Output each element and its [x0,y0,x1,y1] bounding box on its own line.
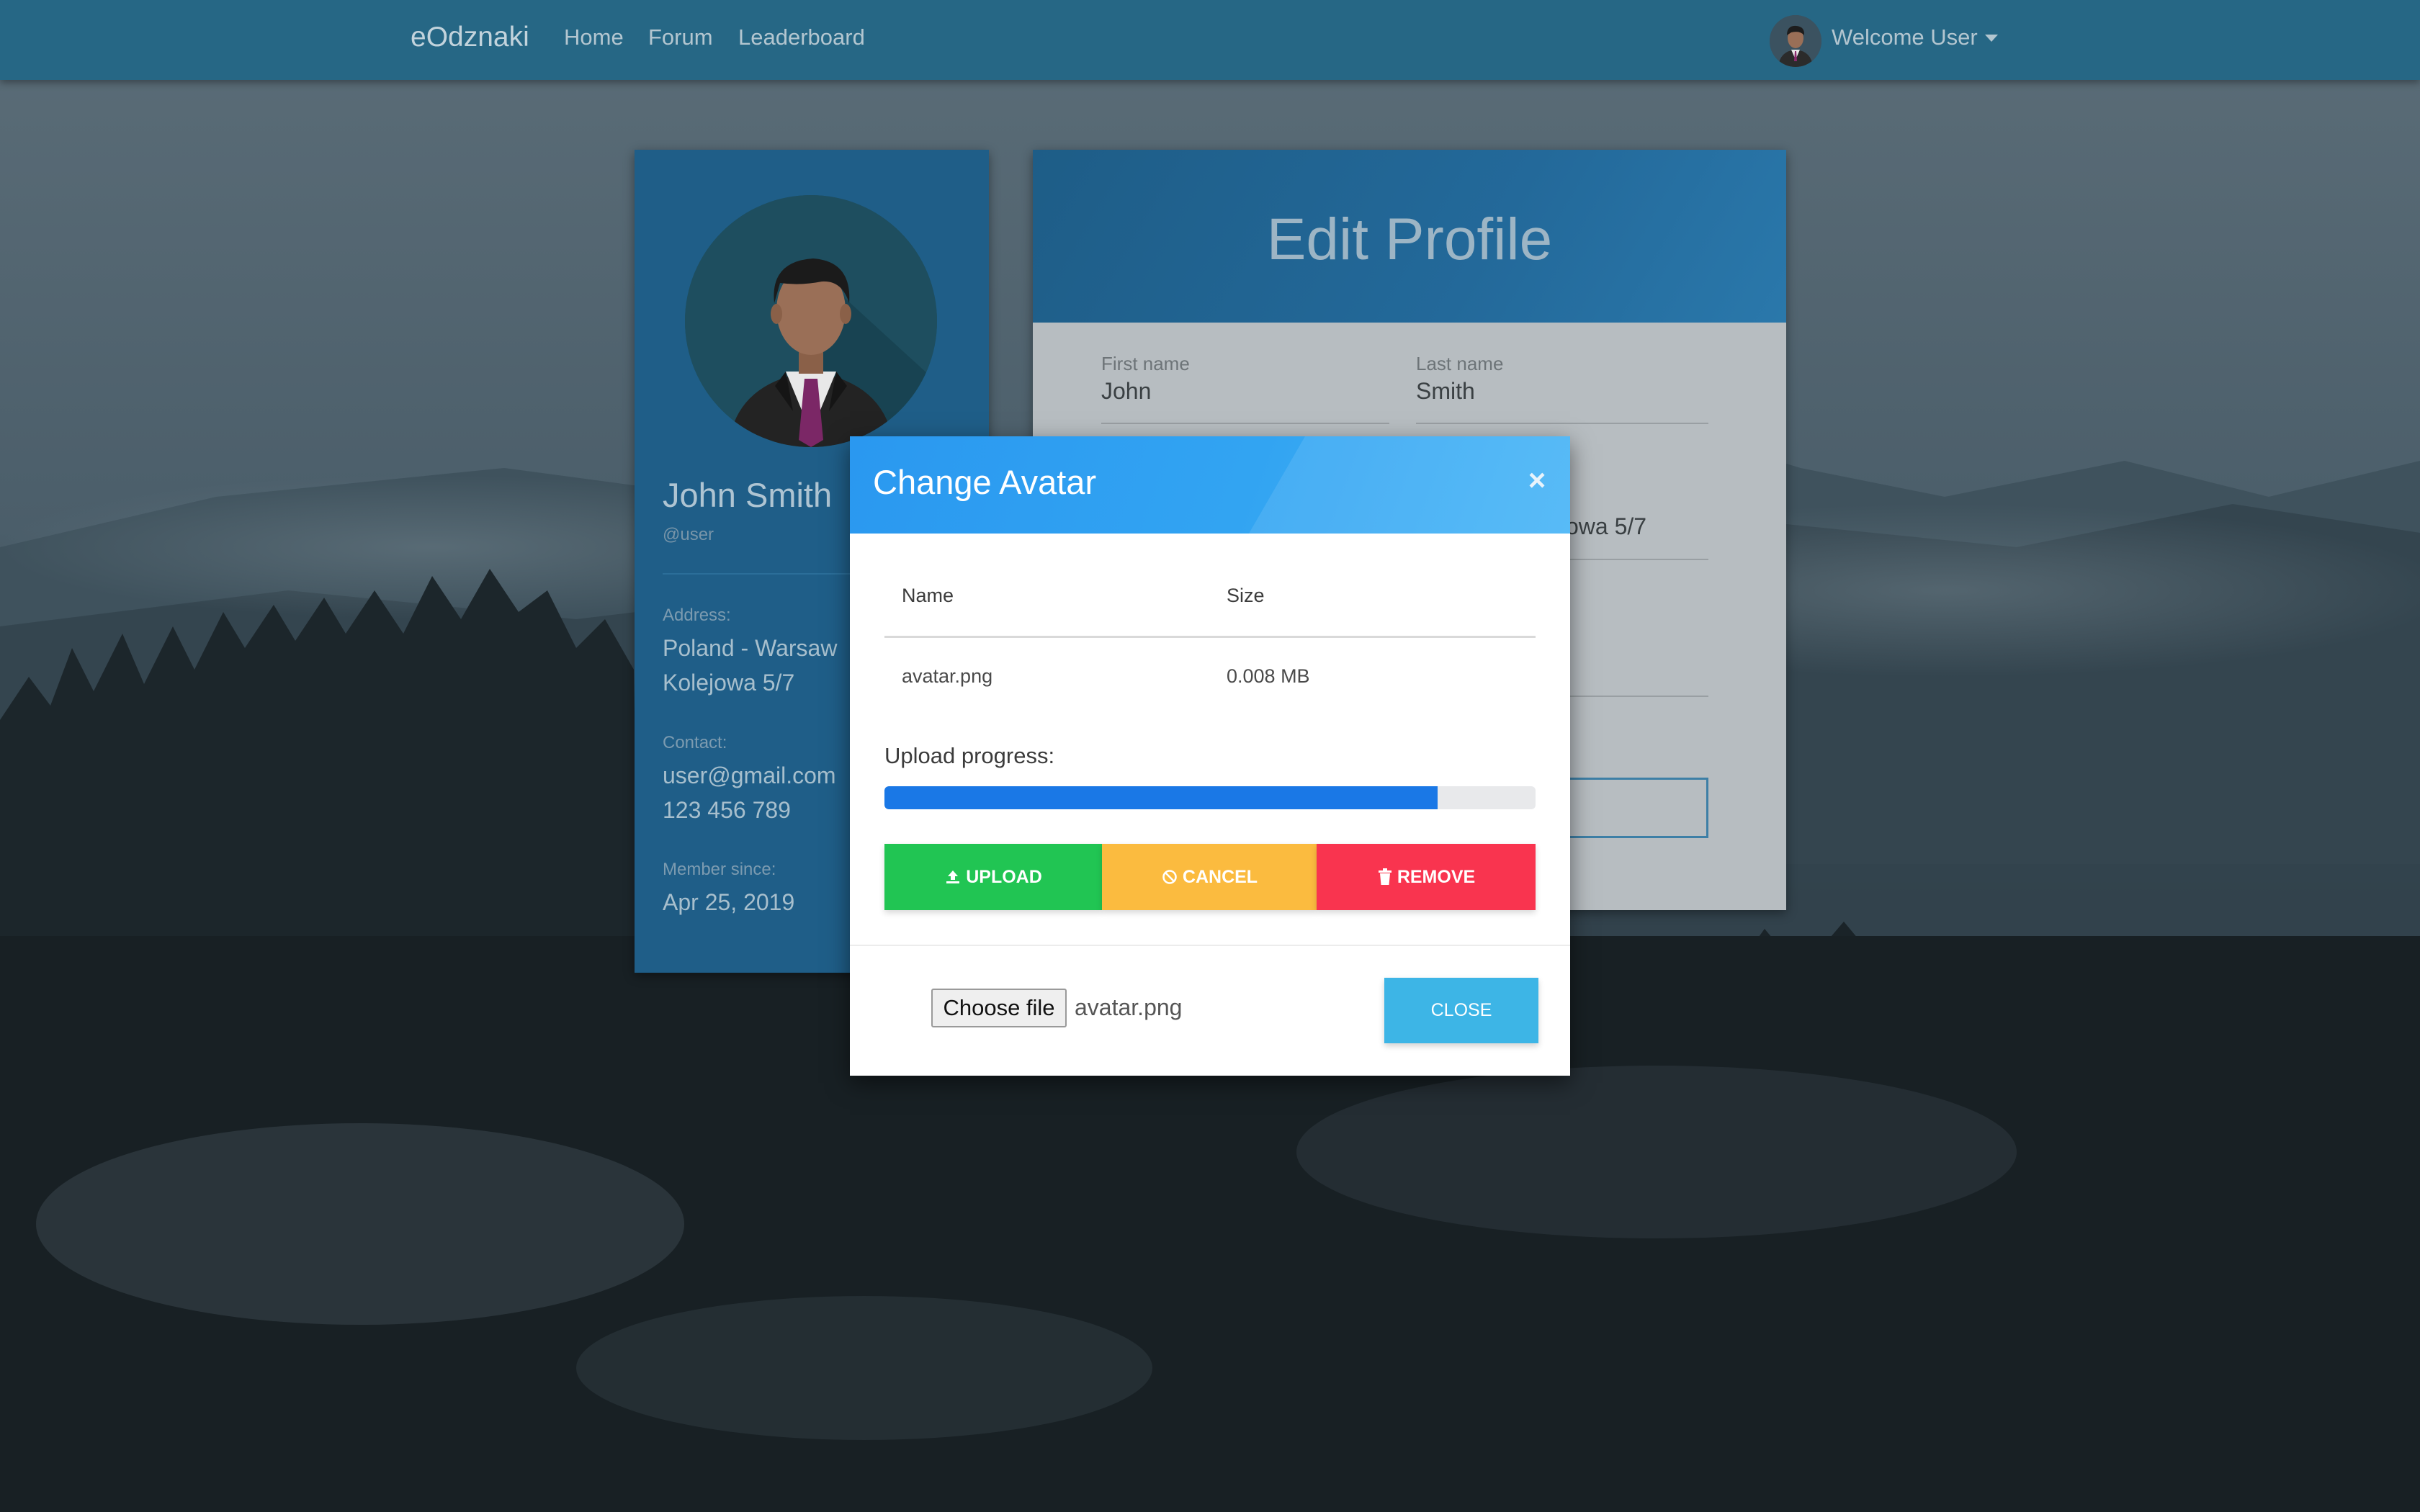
first-name-underline [1101,423,1389,424]
upload-progress-label: Upload progress: [884,743,1055,768]
change-avatar-modal: Change Avatar × Name Size avatar.png 0.0… [850,436,1570,1076]
contact-label: Contact: [663,733,727,752]
field-underline [1566,696,1708,697]
table-header-size: Size [1227,585,1265,606]
upload-progress-fill [884,786,1438,809]
last-name-underline [1416,423,1708,424]
profile-handle: @user [663,525,714,544]
upload-button[interactable]: UPLOAD [884,844,1102,910]
nav-link-forum[interactable]: Forum [648,24,713,50]
nav-link-leaderboard[interactable]: Leaderboard [738,24,865,50]
address-underline [1566,559,1708,560]
modal-header: Change Avatar × [850,436,1570,534]
profile-name: John Smith [663,476,833,514]
chosen-file-name: avatar.png [1075,994,1183,1020]
modal-title: Change Avatar [873,463,1097,501]
choose-file-button[interactable]: Choose file [931,989,1067,1027]
user-avatar-icon[interactable] [1770,15,1821,67]
table-header-divider [884,636,1536,638]
close-button[interactable]: CLOSE [1384,978,1538,1043]
address-label: Address: [663,606,731,625]
first-name-label: First name [1101,353,1190,374]
member-since-value: Apr 25, 2019 [663,889,795,915]
remove-label: REMOVE [1397,866,1476,887]
cancel-upload-button[interactable]: CANCEL [1102,844,1317,910]
profile-avatar [685,195,937,447]
upload-label: UPLOAD [966,866,1042,887]
file-size-cell: 0.008 MB [1227,665,1310,687]
save-profile-button[interactable] [1566,778,1708,838]
table-header-name: Name [902,585,954,606]
address-line-2: Kolejowa 5/7 [663,670,795,696]
file-name-cell: avatar.png [902,665,993,687]
edit-profile-title: Edit Profile [1266,207,1553,272]
nav-link-home[interactable]: Home [564,24,624,50]
trash-icon [1377,868,1393,886]
cancel-label: CANCEL [1182,866,1258,887]
header-sheen [1213,436,1570,534]
address-line-1: Poland - Warsaw [663,635,838,661]
remove-button[interactable]: REMOVE [1317,844,1536,910]
chevron-down-icon[interactable] [1985,35,1998,42]
last-name-field[interactable]: Smith [1416,378,1475,405]
edit-profile-header: Edit Profile [1033,150,1786,323]
close-icon[interactable]: × [1523,462,1551,498]
contact-email: user@gmail.com [663,762,836,788]
welcome-user-menu[interactable]: Welcome User [1832,24,1978,50]
upload-progress-bar [884,786,1536,809]
upload-icon [944,868,962,886]
brand-logo[interactable]: eOdznaki [411,22,529,53]
first-name-field[interactable]: John [1101,378,1151,405]
member-since-label: Member since: [663,860,776,879]
ban-icon [1161,868,1178,886]
contact-phone: 123 456 789 [663,797,791,823]
top-navbar: eOdznaki Home Forum Leaderboard Welcome … [0,0,2420,80]
modal-footer-divider [850,945,1570,946]
address-field[interactable]: owa 5/7 [1566,513,1646,540]
last-name-label: Last name [1416,353,1504,374]
